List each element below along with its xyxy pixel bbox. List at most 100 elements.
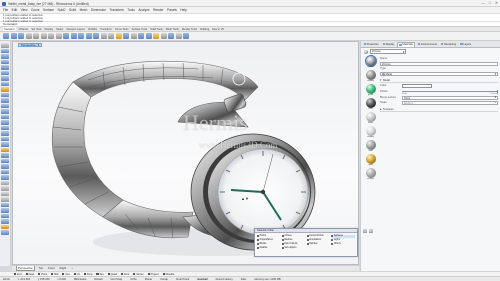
menu-file[interactable]: File: [3, 8, 8, 12]
new-file-icon[interactable]: [3, 33, 9, 39]
status-smarttrack[interactable]: SmartTrack: [176, 278, 189, 281]
print-icon[interactable]: [25, 33, 32, 39]
polish-slider-handle[interactable]: [496, 89, 498, 93]
help-icon[interactable]: [183, 33, 189, 39]
surface-icon[interactable]: [1, 109, 9, 114]
filter-disable[interactable]: Disable: [257, 247, 281, 250]
status-layer[interactable]: Default: [94, 278, 102, 281]
material-item[interactable]: chrome: [364, 167, 377, 180]
material-menu-icon[interactable]: ≡: [368, 229, 373, 233]
status-gumball[interactable]: Gumball: [197, 278, 207, 281]
point-icon[interactable]: [1, 48, 9, 53]
filter-lights[interactable]: Lights: [331, 239, 355, 242]
extend-icon[interactable]: [1, 103, 9, 108]
filter-hatches[interactable]: Hatches: [306, 243, 331, 246]
menu-render[interactable]: Render: [153, 8, 163, 12]
mesh-icon[interactable]: [1, 153, 9, 158]
menu-tools[interactable]: Tools: [127, 8, 134, 12]
select-arrow-icon[interactable]: [1, 43, 9, 48]
extrude-icon[interactable]: [1, 114, 9, 119]
polyline-icon[interactable]: [1, 54, 9, 59]
layer-icon[interactable]: [115, 33, 122, 39]
menu-transform[interactable]: Transform: [109, 8, 123, 12]
menu-help[interactable]: Help: [180, 8, 187, 12]
menu-surface[interactable]: Surface: [43, 8, 54, 12]
menu-edit[interactable]: Edit: [12, 8, 18, 12]
viewport-title[interactable]: Perspective ▾: [18, 42, 43, 47]
material-item[interactable]: gold: [364, 153, 377, 166]
filter-points[interactable]: Points: [257, 235, 281, 238]
material-item[interactable]: steel: [364, 139, 377, 152]
filter-polysurfaces[interactable]: Polysurfaces: [257, 239, 281, 242]
tab-curve-tools[interactable]: Curve Tools: [115, 27, 129, 31]
tab-drafting[interactable]: Drafting: [200, 27, 209, 31]
tab-solid-tools[interactable]: Solid Tools: [150, 27, 163, 31]
offset-icon[interactable]: [1, 98, 9, 103]
material-item[interactable]: chrome: [364, 54, 377, 68]
status-grid-snap[interactable]: Grid Snap: [111, 278, 123, 281]
options-icon[interactable]: [175, 33, 182, 39]
tab-new-in-v6[interactable]: New in V6: [212, 27, 224, 31]
status-planar[interactable]: Planar: [145, 278, 153, 281]
color-swatch[interactable]: [402, 84, 432, 88]
textures-section-header[interactable]: ▸ Textures: [380, 107, 498, 112]
paste-icon[interactable]: [48, 33, 54, 39]
text-icon[interactable]: [1, 87, 9, 92]
panel-tab-display[interactable]: Display: [381, 42, 396, 48]
circle-icon[interactable]: [1, 65, 9, 70]
render-icon[interactable]: [160, 33, 167, 39]
tab-viewport-layout[interactable]: Viewport Layout: [66, 27, 85, 31]
material-item[interactable]: Silver: [364, 111, 377, 124]
menu-panels[interactable]: Panels: [167, 8, 177, 12]
zoom-extents-icon[interactable]: [93, 33, 99, 39]
render-tool-icon[interactable]: [1, 224, 9, 229]
shaded-icon[interactable]: [138, 33, 144, 39]
panel-tab-environments[interactable]: Environments: [416, 42, 438, 48]
sweep-icon[interactable]: [1, 125, 9, 130]
filter-others[interactable]: Others: [331, 243, 355, 246]
status-filter[interactable]: Filter: [241, 278, 247, 281]
move-icon[interactable]: [1, 180, 9, 185]
filter-annotations[interactable]: Annotations: [306, 239, 331, 242]
light-icon[interactable]: [153, 33, 159, 39]
select-icon[interactable]: [100, 33, 107, 39]
scale-icon[interactable]: [1, 197, 9, 202]
explode-icon[interactable]: [1, 175, 9, 180]
material-icon[interactable]: [168, 33, 174, 39]
boolean-icon[interactable]: [1, 147, 9, 152]
analyze-icon[interactable]: [1, 219, 9, 224]
split-icon[interactable]: [1, 164, 9, 169]
tab-transform[interactable]: Transform: [100, 27, 112, 31]
join-icon[interactable]: [1, 169, 9, 174]
menu-solid[interactable]: Solid: [69, 8, 76, 12]
polish-slider[interactable]: [402, 89, 498, 93]
copy-icon[interactable]: [40, 33, 47, 39]
scale-select[interactable]: Medium: [402, 100, 498, 105]
sphere-icon[interactable]: [1, 136, 9, 141]
menu-subd[interactable]: SubD: [58, 8, 66, 12]
dimension-icon[interactable]: [1, 213, 9, 218]
properties-icon[interactable]: [123, 33, 129, 39]
array-icon[interactable]: [1, 208, 9, 213]
panel-tab-rendering[interactable]: Rendering: [439, 42, 457, 48]
tab-render-tools[interactable]: Render Tools: [182, 27, 197, 31]
filter-point-clouds[interactable]: Point Clouds: [281, 243, 306, 246]
rendered-icon[interactable]: [145, 33, 152, 39]
filter-sub-objects[interactable]: Sub-objects: [281, 247, 306, 250]
tab-cplanes[interactable]: CPlanes: [19, 27, 29, 31]
rotate-view-icon[interactable]: [70, 33, 77, 39]
arc-icon[interactable]: [1, 70, 9, 75]
filter-blocks[interactable]: Blocks: [257, 243, 281, 246]
filter-surfaces[interactable]: Surfaces: [331, 234, 355, 238]
polygon-icon[interactable]: [1, 81, 9, 86]
material-name-field[interactable]: chrome: [380, 61, 498, 66]
loft-icon[interactable]: [1, 120, 9, 125]
status-ortho[interactable]: Ortho: [130, 278, 137, 281]
panel-tab-layers[interactable]: Layers: [459, 42, 473, 48]
rotate-object-icon[interactable]: [1, 191, 9, 196]
maximize-button[interactable]: □: [489, 1, 491, 5]
copy-object-icon[interactable]: [1, 186, 9, 191]
filter-control-points[interactable]: Control Points: [306, 235, 331, 238]
trim-icon[interactable]: [1, 158, 9, 163]
box-icon[interactable]: [1, 131, 9, 136]
